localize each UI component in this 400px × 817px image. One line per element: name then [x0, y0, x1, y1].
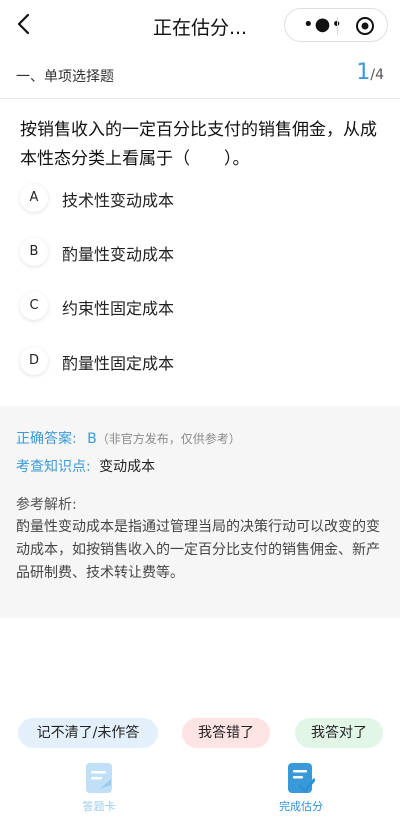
tab-answer-card[interactable]: 答题卡: [59, 762, 139, 813]
option-letter: B: [20, 238, 48, 266]
tab-finish-estimate-label: 完成估分: [279, 800, 323, 813]
option-text: 酌量性固定成本: [62, 354, 175, 373]
section-title: 一、单项选择题: [16, 69, 114, 85]
answered-right-button[interactable]: 我答对了: [295, 718, 383, 748]
option-text: 约束性固定成本: [62, 299, 175, 318]
option-c[interactable]: C 约束性固定成本: [20, 290, 380, 324]
tab-answer-card-label: 答题卡: [82, 800, 116, 813]
option-letter: A: [20, 184, 48, 212]
answered-wrong-button[interactable]: 我答错了: [182, 718, 270, 748]
target-icon[interactable]: [355, 16, 375, 36]
knowledge-point-row: 考查知识点: 变动成本: [16, 456, 155, 476]
option-d[interactable]: D 酌量性固定成本: [20, 345, 380, 379]
not-sure-button[interactable]: 记不清了/未作答: [18, 718, 158, 748]
section-header: 一、单项选择题 1/4: [0, 56, 400, 96]
option-letter: D: [20, 347, 48, 375]
progress-current: 1: [356, 60, 371, 85]
question-progress: 1/4: [356, 60, 384, 85]
nav-bar: 正在估分... •●•: [0, 0, 400, 52]
tab-finish-estimate[interactable]: 完成估分: [261, 762, 341, 813]
finish-check-icon: [288, 763, 315, 793]
option-letter: C: [20, 292, 48, 320]
capsule-divider: [337, 17, 338, 35]
knowledge-point-label: 考查知识点:: [16, 459, 91, 475]
mini-program-capsule: •●•: [284, 8, 388, 42]
correct-answer-row: 正确答案: B（非官方发布，仅供参考）: [16, 428, 241, 448]
analysis-text: 酌量性变动成本是指通过管理当局的决策行动可以改变的变动成本，如按销售收入的一定百…: [16, 519, 380, 581]
option-b[interactable]: B 酌量性变动成本: [20, 236, 380, 270]
option-a[interactable]: A 技术性变动成本: [20, 182, 380, 216]
progress-total: 4: [375, 67, 384, 83]
analysis-label: 参考解析:: [16, 497, 77, 513]
option-text: 酌量性变动成本: [62, 245, 175, 264]
question-text: 按销售收入的一定百分比支付的销售佣金，从成本性态分类上看属于（ ）。: [20, 120, 377, 169]
answer-card-icon: [86, 763, 112, 793]
correct-answer-label: 正确答案:: [16, 431, 77, 447]
knowledge-point-value: 变动成本: [99, 459, 156, 475]
divider: [0, 98, 400, 99]
correct-answer-note: （非官方发布，仅供参考）: [96, 432, 241, 446]
option-text: 技术性变动成本: [62, 191, 175, 210]
answer-analysis-panel: 正确答案: B（非官方发布，仅供参考） 考查知识点: 变动成本 参考解析: 酌量…: [0, 406, 400, 618]
correct-answer-value: B: [87, 431, 97, 447]
